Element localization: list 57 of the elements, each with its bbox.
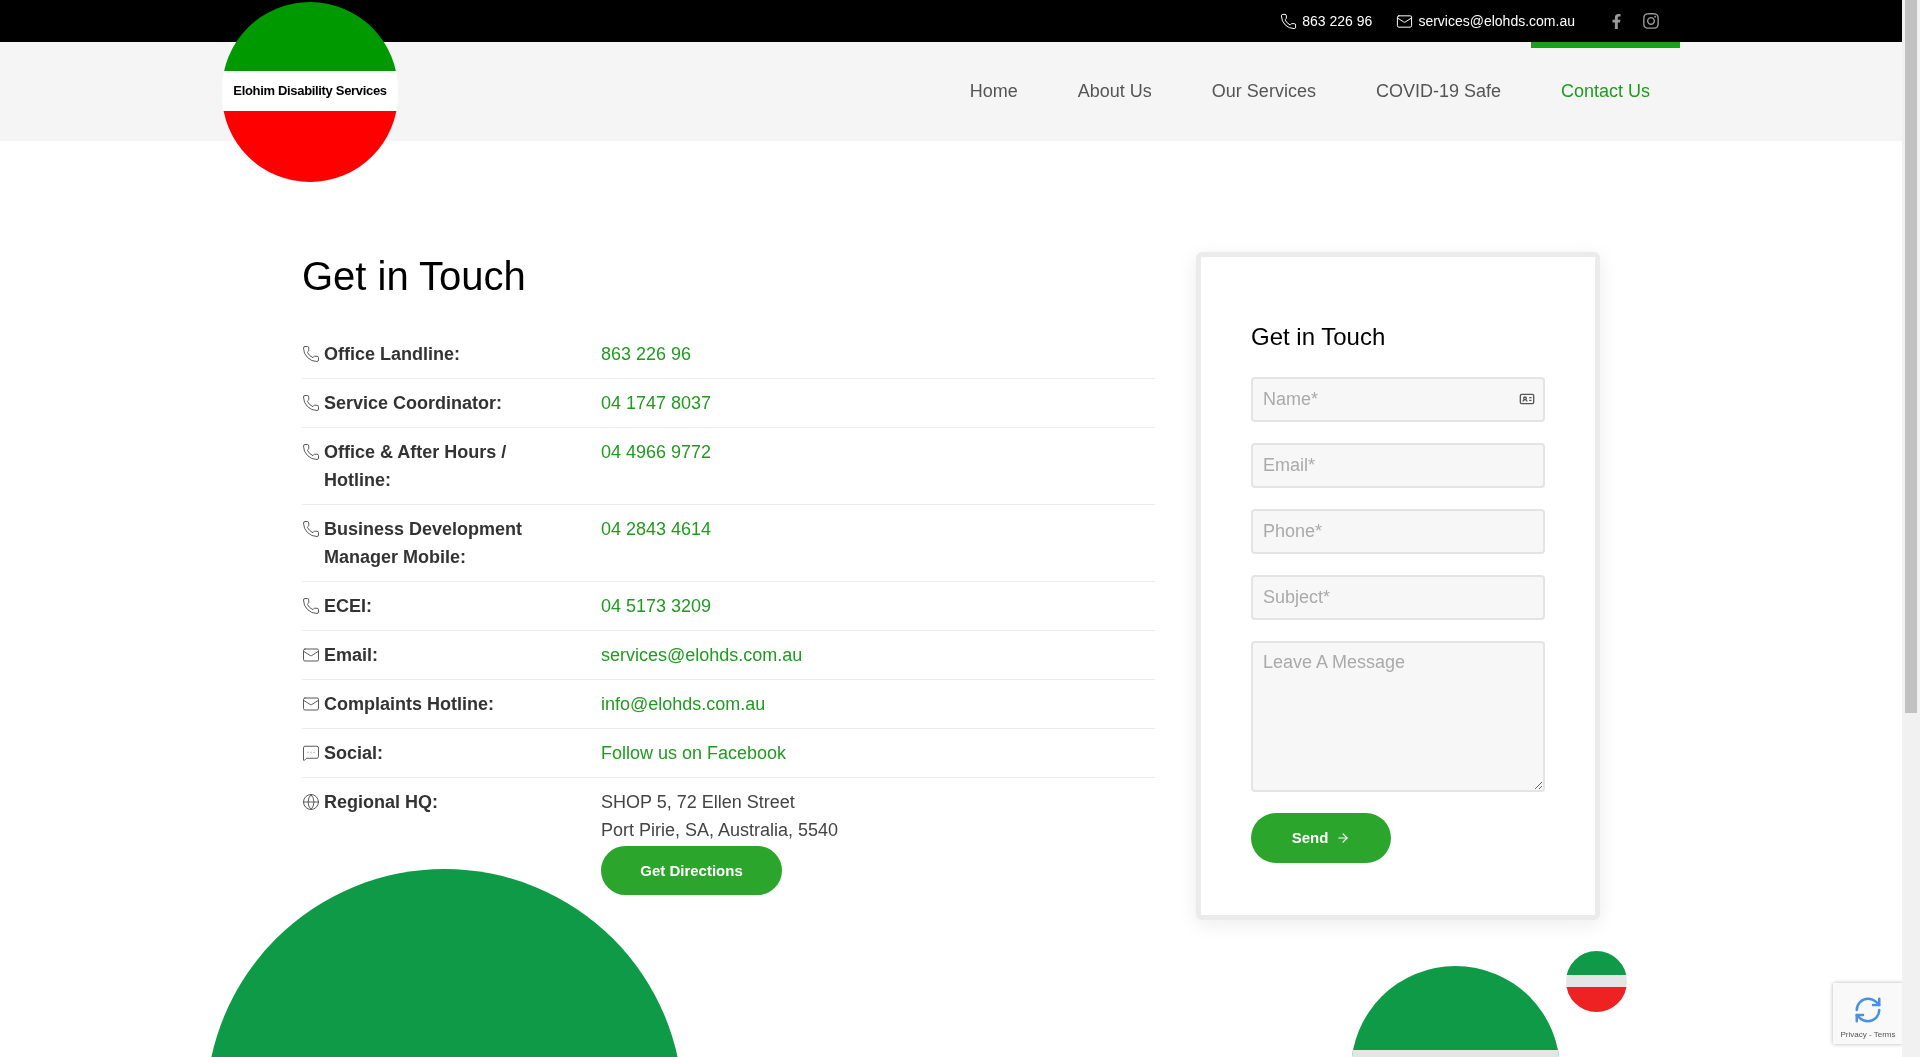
input-field[interactable]: Email*: [1251, 443, 1545, 488]
arrow-right-icon: [1336, 831, 1351, 845]
logo[interactable]: Elohim Disability Services: [222, 2, 398, 182]
contact-label: Social:: [324, 742, 384, 765]
contact-label: Office & After Hours / Hotline:: [324, 441, 508, 492]
phone-icon: [302, 394, 320, 412]
instagram-icon[interactable]: [1642, 12, 1660, 30]
contact-label: Regional HQ:: [324, 791, 438, 814]
recaptcha-icon: [1853, 995, 1883, 1025]
contact-link[interactable]: 04 5173 3209: [601, 592, 712, 620]
form-title: Get in Touch: [1251, 322, 1387, 352]
nav-link[interactable]: Home: [939, 42, 1048, 141]
nav-link[interactable]: COVID-19 Safe: [1345, 42, 1531, 141]
contact-link[interactable]: 04 2843 4614: [601, 515, 712, 543]
message-field[interactable]: Leave A Message: [1251, 641, 1545, 792]
nav-link[interactable]: Contact Us: [1530, 42, 1680, 141]
nav-link[interactable]: Our Services: [1181, 42, 1346, 141]
address-line: Port Pirie, SA, Australia, 5540: [601, 819, 839, 842]
scrollbar[interactable]: [1902, 0, 1920, 1057]
input-field[interactable]: Subject*: [1251, 575, 1545, 620]
contact-label: Office Landline:: [324, 343, 460, 366]
recaptcha-badge[interactable]: Privacy - Terms: [1833, 983, 1903, 1044]
facebook-icon[interactable]: [1609, 13, 1624, 29]
phone-icon: [302, 345, 320, 363]
contact-link[interactable]: services@elohds.com.au: [601, 641, 803, 669]
phone-icon: [302, 443, 320, 461]
top-phone-link[interactable]: 863 226 96: [1302, 10, 1373, 32]
send-button[interactable]: Send: [1251, 813, 1391, 863]
contact-label: Service Coordinator:: [324, 392, 503, 415]
directions-button[interactable]: Get Directions: [601, 846, 782, 895]
contact-link[interactable]: Follow us on Facebook: [601, 739, 787, 767]
globe-icon: [302, 793, 320, 811]
input-field[interactable]: Name*: [1251, 377, 1545, 422]
input-field[interactable]: Phone*: [1251, 509, 1545, 554]
phone-icon: [302, 520, 320, 538]
recaptcha-links[interactable]: Privacy - Terms: [1840, 1029, 1896, 1041]
page-heading: Get in Touch: [302, 253, 527, 300]
chat-icon: [302, 744, 320, 762]
contact-label: Business Development Manager Mobile:: [324, 518, 524, 569]
flag-badge[interactable]: [1566, 951, 1627, 1012]
mail-icon: [1396, 12, 1414, 30]
contact-link[interactable]: 04 1747 8037: [601, 389, 712, 417]
top-email-link[interactable]: services@elohds.com.au: [1418, 10, 1575, 32]
phone-icon: [302, 597, 320, 615]
contact-card-icon: [1519, 391, 1535, 407]
nav-link[interactable]: About Us: [1047, 42, 1182, 141]
logo-text: Elohim Disability Services: [233, 82, 387, 101]
contact-label: Complaints Hotline:: [324, 693, 494, 716]
contact-label: ECEI:: [324, 595, 372, 618]
contact-link[interactable]: 04 4966 9772: [601, 438, 712, 466]
address-line: SHOP 5, 72 Ellen Street: [601, 791, 795, 814]
mail-icon: [302, 646, 320, 664]
phone-icon: [1280, 12, 1298, 30]
contact-label: Email:: [324, 644, 379, 667]
contact-link[interactable]: 863 226 96: [601, 340, 692, 368]
mail-icon: [302, 695, 320, 713]
contact-link[interactable]: info@elohds.com.au: [601, 690, 766, 718]
